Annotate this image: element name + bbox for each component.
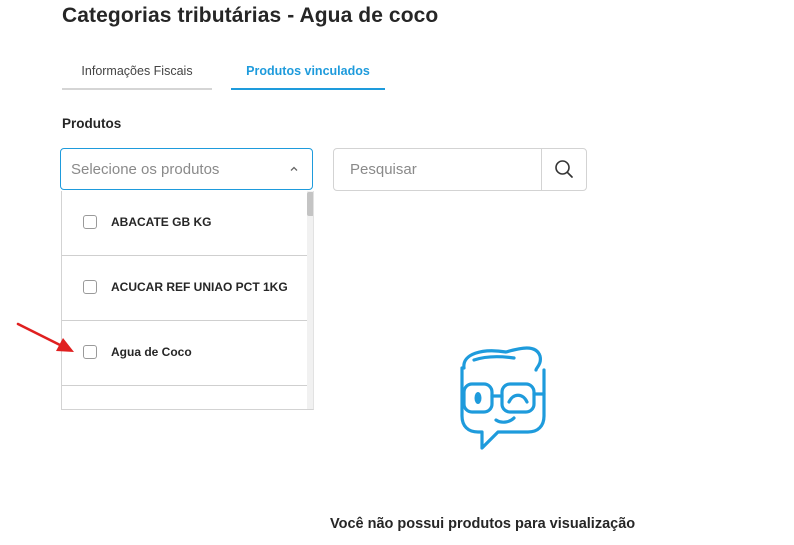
produtos-label: Produtos [62,116,122,131]
chevron-up-icon [290,166,298,171]
page-title: Categorias tributárias - Agua de coco [62,4,439,27]
option-label: ACUCAR REF UNIAO PCT 1KG [111,280,288,294]
option-checkbox[interactable] [83,215,97,229]
dropdown-scrollbar[interactable] [307,191,313,409]
tab-informacoes-fiscais[interactable]: Informações Fiscais [62,64,212,90]
search-input[interactable] [334,149,542,190]
empty-state-message: Você não possui produtos para visualizaç… [330,516,636,532]
option-label: ABACATE GB KG [111,215,212,229]
products-select[interactable]: Selecione os produtos [60,148,313,190]
option-abacate[interactable]: ABACATE GB KG [62,191,308,256]
red-arrow-icon [16,322,74,352]
products-dropdown: ABACATE GB KG ACUCAR REF UNIAO PCT 1KG A… [61,191,314,410]
option-agua-de-coco[interactable]: Agua de Coco [62,321,308,386]
products-select-placeholder: Selecione os produtos [71,161,220,178]
nerd-face-chat-bubble-icon [460,346,546,450]
search-box [333,148,587,191]
option-checkbox[interactable] [83,345,97,359]
scrollbar-thumb[interactable] [307,192,313,216]
option-acucar[interactable]: ACUCAR REF UNIAO PCT 1KG [62,256,308,321]
option-checkbox[interactable] [83,280,97,294]
option-label: Agua de Coco [111,345,192,359]
magnifier-icon [555,160,573,178]
search-button[interactable] [541,149,586,190]
tab-produtos-vinculados[interactable]: Produtos vinculados [231,64,385,90]
